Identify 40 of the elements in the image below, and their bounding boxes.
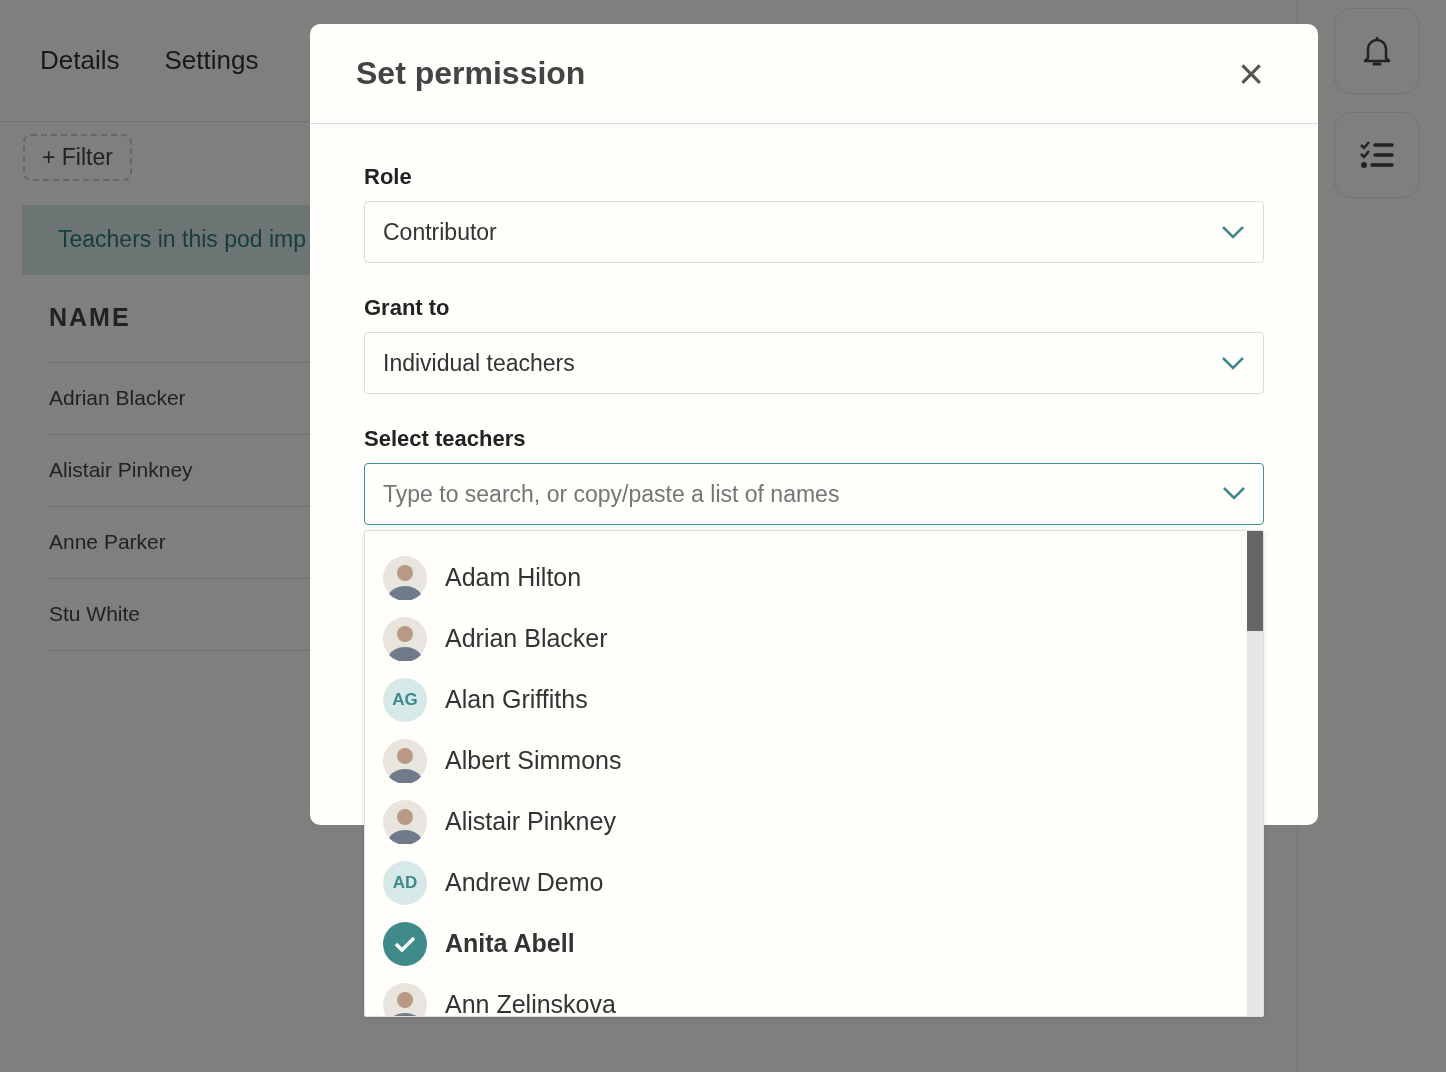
avatar-icon <box>383 617 427 661</box>
avatar: AD <box>383 861 427 905</box>
teacher-option[interactable]: Adrian Blacker <box>383 617 1263 661</box>
bell-icon <box>1362 34 1392 68</box>
field-label: Grant to <box>364 294 451 322</box>
scroll-thumb[interactable] <box>1247 531 1263 631</box>
table-cell-text: Alistair Pinkney <box>49 457 193 484</box>
close-button[interactable]: × <box>1230 51 1272 96</box>
chevron-down-icon <box>1221 356 1245 370</box>
checklist-button[interactable] <box>1334 112 1420 198</box>
table-cell-text: Adrian Blacker <box>49 385 186 412</box>
notifications-button[interactable] <box>1334 8 1420 94</box>
avatar-icon <box>383 556 427 600</box>
dropdown-select[interactable]: Individual teachers <box>364 332 1264 394</box>
teacher-option[interactable]: AG Alan Griffiths <box>383 678 1263 722</box>
field-label: Role <box>364 163 413 191</box>
avatar-icon <box>383 800 427 844</box>
table-cell-text: Stu White <box>49 601 141 628</box>
tab[interactable]: Details <box>40 41 120 80</box>
teacher-option[interactable]: Alistair Pinkney <box>383 800 1263 844</box>
scrollbar[interactable] <box>1247 531 1263 1016</box>
teacher-option[interactable]: Adam Hilton <box>383 556 1263 600</box>
modal-title: Set permission <box>356 54 586 93</box>
chevron-down-icon <box>1221 225 1245 239</box>
filter-button[interactable]: + Filter <box>23 134 132 181</box>
table-cell-text: Anne Parker <box>49 529 166 556</box>
checklist-icon <box>1360 141 1394 169</box>
teacher-option[interactable]: Albert Simmons <box>383 739 1263 783</box>
tab[interactable]: Settings <box>164 41 259 80</box>
chevron-down-icon <box>1222 485 1246 500</box>
field-label: Select teachers <box>364 425 527 453</box>
column-header: NAME <box>49 302 131 334</box>
search-field[interactable]: Type to search, or copy/paste a list of names <box>364 463 1264 525</box>
check-icon <box>383 922 427 966</box>
avatar-icon <box>383 739 427 783</box>
teacher-option[interactable]: AD Andrew Demo <box>383 861 1263 905</box>
teacher-option[interactable]: Ann Zelinskova <box>383 983 1263 1016</box>
dropdown-select[interactable]: Contributor <box>364 201 1264 263</box>
teacher-option[interactable]: Anita Abell <box>383 922 1263 966</box>
avatar: AG <box>383 678 427 722</box>
